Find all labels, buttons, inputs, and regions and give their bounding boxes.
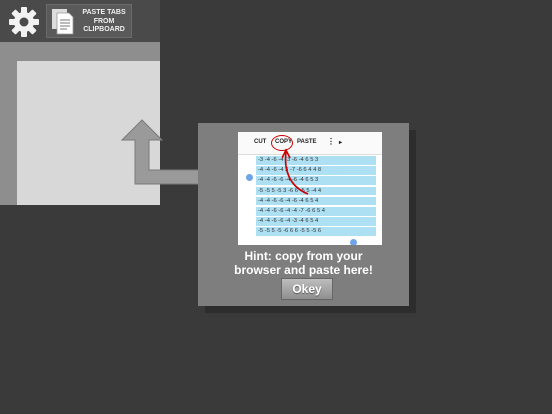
hint-dialog: CUT COPY PASTE ⋮ ▸ -3 -4 -6 -4 -3 -6 -4 …	[198, 123, 409, 306]
chevron-right-icon: ▸	[339, 140, 343, 146]
preview-row: -4 -4 -6 -6 -4 -6 -4 6 5 3	[256, 176, 376, 185]
paste-tabs-from-clipboard-button[interactable]: PASTE TABS FROM CLIPBOARD	[46, 4, 132, 38]
selection-handle-start	[246, 174, 253, 181]
preview-row: -4 -4 -6 -6 -4 -4 -7 -6 6 5 4	[256, 206, 376, 216]
preview-paste-label: PASTE	[297, 139, 317, 145]
preview-row: -3 -4 -6 -4 -3 -6 -4 6 5 3	[256, 156, 376, 165]
red-curved-arrow-icon	[282, 148, 309, 195]
preview-row: -4 -4 -6 -4 3 -7 -6 6 4 4 8	[256, 166, 376, 175]
okey-button[interactable]: Okey	[281, 278, 333, 300]
more-icon: ⋮	[327, 137, 335, 146]
gear-icon[interactable]	[8, 6, 40, 38]
hint-line: browser and paste here!	[234, 263, 373, 277]
document-icon	[52, 9, 74, 35]
selection-handle-end	[350, 239, 357, 245]
preview-cut-label: CUT	[254, 139, 267, 145]
hint-preview-image: CUT COPY PASTE ⋮ ▸ -3 -4 -6 -4 -3 -6 -4 …	[238, 132, 382, 245]
preview-row: -5 -5 5 -5 3 -6 6 -5 5 -4 4	[256, 186, 376, 196]
preview-selected-rows: -3 -4 -6 -4 -3 -6 -4 6 5 3 -4 -4 -6 -4 3…	[256, 156, 376, 238]
preview-row: -4 -4 -6 -6 -4 -3 -4 6 5 4	[256, 217, 376, 226]
paste-label-line: CLIPBOARD	[83, 26, 125, 33]
top-toolbar: PASTE TABS FROM CLIPBOARD	[0, 0, 160, 42]
paste-button-label: PASTE TABS FROM CLIPBOARD	[77, 9, 131, 35]
hint-text: Hint: copy from your browser and paste h…	[198, 249, 409, 277]
pointer-arrow-icon	[120, 119, 209, 185]
hint-line: Hint: copy from your	[244, 249, 363, 263]
paste-label-line: FROM	[93, 17, 115, 25]
paste-label-line: PASTE TABS	[82, 9, 126, 16]
preview-row: -4 -4 -6 -6 -4 -6 -4 6 5 4	[256, 196, 376, 206]
preview-row: -5 -5 5 -5 -6 6 6 -5 5 -5 6	[256, 227, 376, 236]
